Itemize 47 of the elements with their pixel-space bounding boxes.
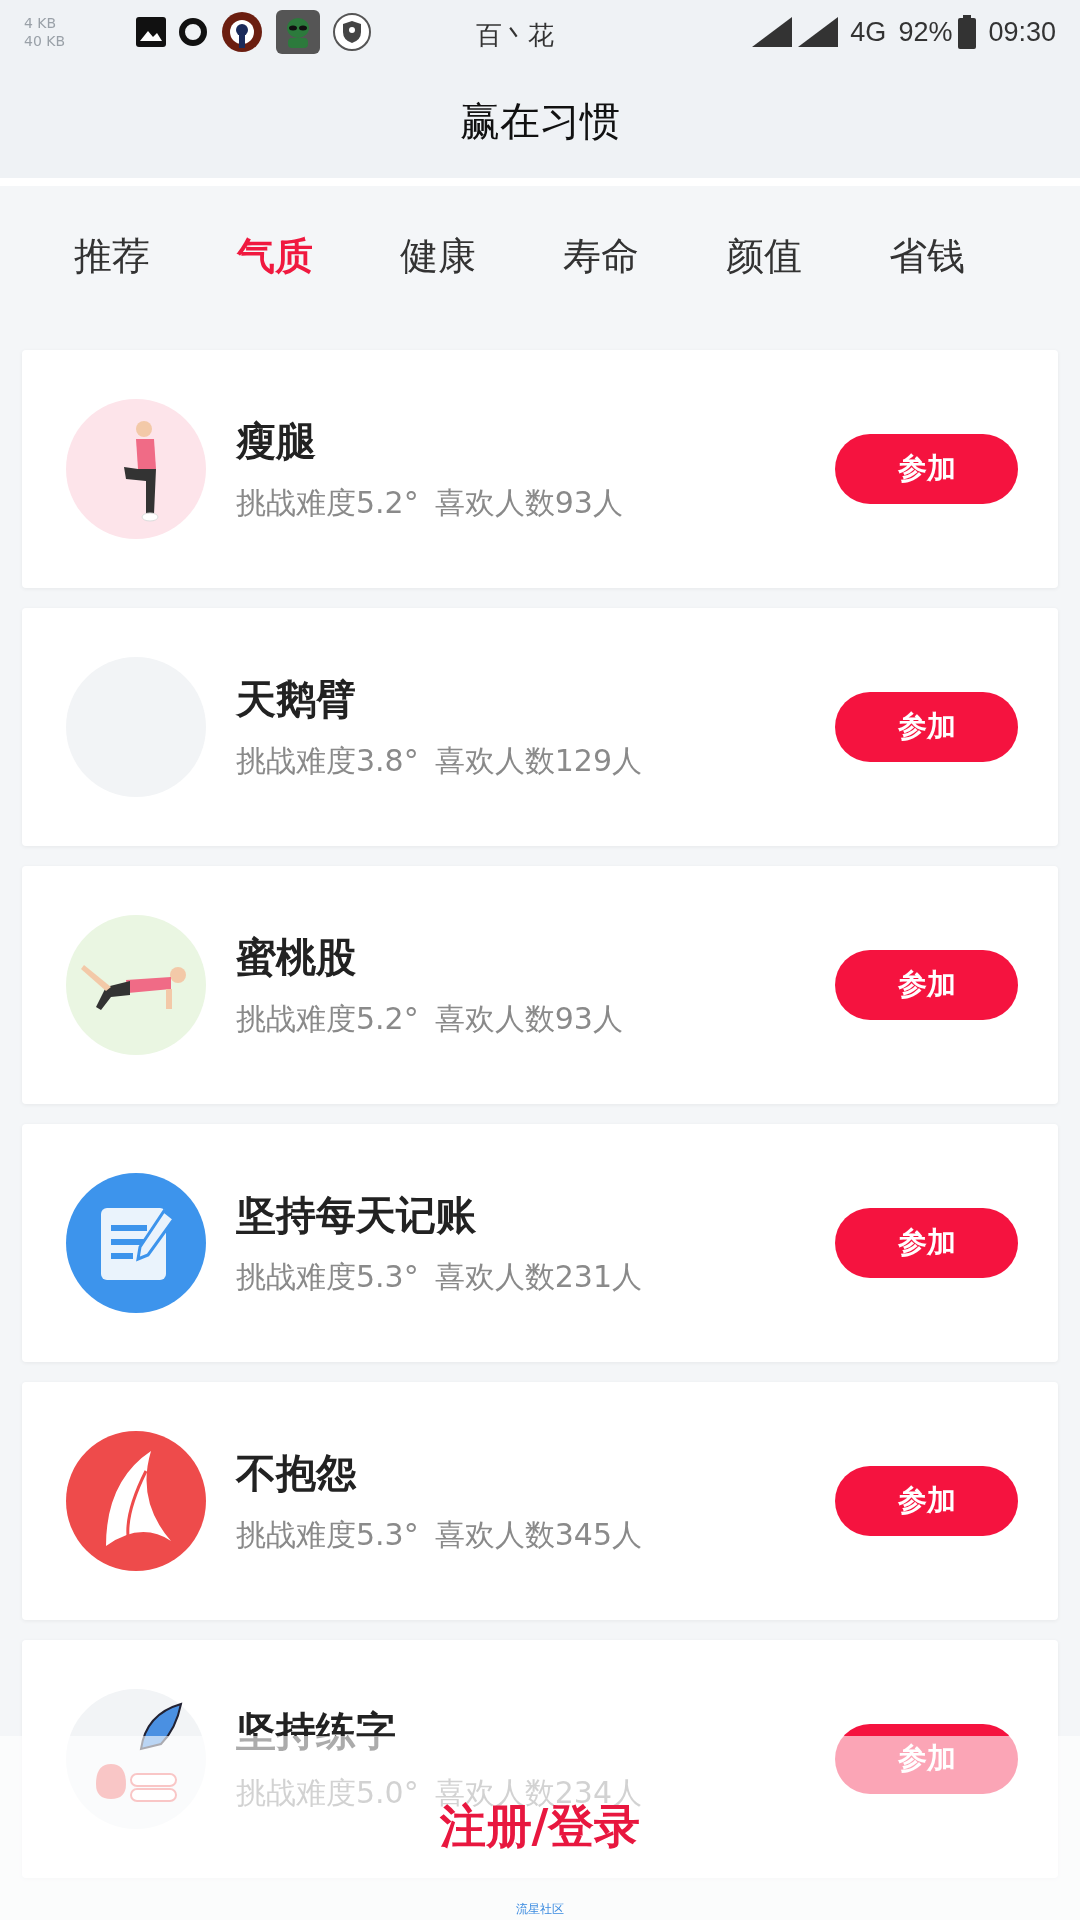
likes-count: 喜欢人数129人: [434, 742, 642, 780]
category-tab[interactable]: 推荐: [30, 230, 193, 282]
download-speed: 40 KB: [24, 32, 67, 51]
shield-icon: [332, 12, 372, 52]
difficulty-text: 挑战难度3.8°: [236, 742, 419, 780]
habit-avatar-icon: [66, 1173, 206, 1313]
likes-count: 喜欢人数93人: [434, 1000, 623, 1038]
difficulty-text: 挑战难度5.3°: [236, 1258, 419, 1296]
signal-icon: [752, 17, 793, 47]
category-tab[interactable]: 气质: [193, 230, 356, 282]
ring-icon: [178, 17, 208, 47]
category-tab[interactable]: 寿命: [519, 230, 682, 282]
habit-title: 坚持练字: [236, 1707, 397, 1756]
join-button[interactable]: 参加: [835, 1208, 1018, 1278]
difficulty-text: 挑战难度5.2°: [236, 484, 419, 522]
image-icon: [136, 17, 166, 47]
habit-title: 不抱怨: [236, 1449, 358, 1498]
category-tab[interactable]: 省钱: [845, 230, 1008, 282]
clock-time: 09:30: [988, 16, 1056, 48]
battery-percent: 92%: [898, 16, 953, 48]
habit-title: 瘦腿: [236, 417, 317, 466]
difficulty-text: 挑战难度5.3°: [236, 1516, 419, 1554]
keyhole-icon: [220, 10, 264, 54]
join-button[interactable]: 参加: [835, 434, 1018, 504]
alien-icon: [276, 10, 320, 54]
likes-count: 喜欢人数345人: [434, 1516, 642, 1554]
battery-icon: [958, 15, 977, 49]
upload-speed: 4 KB: [24, 13, 58, 32]
habit-avatar-icon: [66, 915, 206, 1055]
footer-text: 流星社区: [516, 1901, 564, 1918]
page-title: 赢在习惯: [460, 96, 620, 146]
category-tab[interactable]: 颜值: [682, 230, 845, 282]
category-tab[interactable]: 健康: [356, 230, 519, 282]
likes-count: 喜欢人数93人: [434, 484, 623, 522]
habit-avatar-icon: [66, 399, 206, 539]
habit-title: 天鹅臂: [236, 675, 357, 724]
join-button[interactable]: 参加: [835, 1466, 1018, 1536]
likes-count: 喜欢人数231人: [434, 1258, 642, 1296]
carrier-name: 百丶花: [476, 19, 554, 52]
signal-icon: [798, 17, 839, 47]
network-type: 4G: [850, 16, 887, 48]
join-button[interactable]: 参加: [835, 692, 1018, 762]
habit-avatar-icon: [66, 1431, 206, 1571]
habit-title: 坚持每天记账: [236, 1191, 477, 1240]
join-button[interactable]: 参加: [835, 950, 1018, 1020]
difficulty-text: 挑战难度5.2°: [236, 1000, 419, 1038]
habit-title: 蜜桃股: [236, 933, 357, 982]
